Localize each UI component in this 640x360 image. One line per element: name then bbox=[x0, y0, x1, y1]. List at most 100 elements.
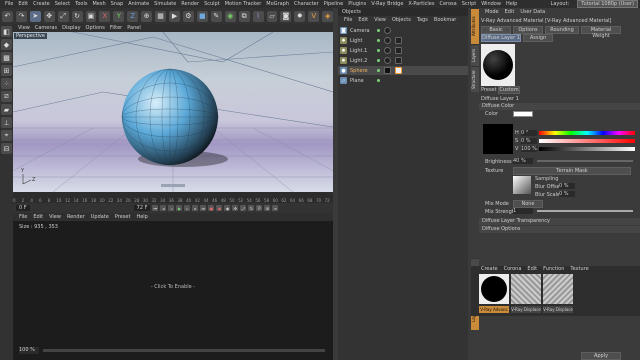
rotate-icon[interactable]: ↻ bbox=[71, 10, 83, 22]
light-tag-icon[interactable] bbox=[395, 57, 402, 64]
zoom-field[interactable]: 100 % bbox=[19, 347, 39, 354]
timeline-menu-icon[interactable]: ≡ bbox=[272, 205, 279, 211]
click-to-enable-button[interactable]: - Click To Enable - bbox=[151, 284, 195, 290]
vp-menu-view[interactable]: View bbox=[18, 25, 30, 31]
visibility-dot[interactable] bbox=[377, 59, 380, 62]
floor-icon[interactable]: ▱ bbox=[266, 10, 278, 22]
value-slider[interactable] bbox=[539, 147, 635, 151]
array-icon[interactable]: ⧉ bbox=[238, 10, 250, 22]
obj-menu-file[interactable]: File bbox=[344, 17, 352, 23]
material-tag-icon[interactable] bbox=[395, 67, 402, 74]
tab-options[interactable]: Options bbox=[513, 26, 543, 34]
phong-tag-icon[interactable] bbox=[384, 67, 391, 74]
light-tag-icon[interactable] bbox=[395, 37, 402, 44]
material-slot[interactable]: V-Ray Displace bbox=[511, 274, 541, 313]
mat-menu-texture[interactable]: Texture bbox=[570, 266, 588, 272]
make-editable-icon[interactable]: ◧ bbox=[1, 26, 12, 37]
vray-icon[interactable]: V bbox=[308, 10, 320, 22]
menu-pipeline[interactable]: Pipeline bbox=[324, 1, 344, 7]
mat-menu-create[interactable]: Create bbox=[481, 266, 498, 272]
scale-key-icon[interactable]: ⤢ bbox=[240, 205, 247, 211]
object-row[interactable]: ✹ Light.1 bbox=[338, 46, 468, 55]
brightness-field[interactable]: 40 % bbox=[513, 158, 533, 164]
position-key-icon[interactable]: ✥ bbox=[232, 205, 239, 211]
menu-sculpt[interactable]: Sculpt bbox=[204, 1, 220, 7]
obj-menu-view[interactable]: View bbox=[374, 17, 386, 23]
rotation-key-icon[interactable]: ↻ bbox=[248, 205, 255, 211]
next-key-icon[interactable]: ▸ bbox=[192, 205, 199, 211]
keyframe-icon[interactable]: ◆ bbox=[224, 205, 231, 211]
x-axis-icon[interactable]: X bbox=[99, 10, 111, 22]
render-view-icon[interactable]: ▦ bbox=[155, 10, 167, 22]
menu-help[interactable]: Help bbox=[506, 1, 517, 7]
blur-offset-field[interactable]: 0 % bbox=[559, 183, 575, 189]
visibility-dot[interactable] bbox=[377, 69, 380, 72]
target-tag-icon[interactable] bbox=[384, 57, 391, 64]
side-tab-layers[interactable]: Layers bbox=[471, 44, 479, 66]
axis-mode-icon[interactable]: ⊥ bbox=[1, 117, 12, 128]
edges-mode-icon[interactable]: ⧄ bbox=[1, 91, 12, 102]
object-row[interactable]: ✹ Light bbox=[338, 36, 468, 45]
target-tag-icon[interactable] bbox=[384, 37, 391, 44]
go-end-icon[interactable]: ⏭ bbox=[200, 205, 207, 211]
prev-key-icon[interactable]: ◂ bbox=[160, 205, 167, 211]
frame-end-field[interactable]: 72 F bbox=[133, 205, 151, 211]
visibility-dot[interactable] bbox=[377, 39, 380, 42]
v-field[interactable]: 100 % bbox=[521, 146, 537, 152]
points-mode-icon[interactable]: ⁘ bbox=[1, 78, 12, 89]
recent-tool-icon[interactable]: ▣ bbox=[85, 10, 97, 22]
record-icon[interactable]: ● bbox=[208, 205, 215, 211]
mat-menu-edit[interactable]: Edit bbox=[527, 266, 537, 272]
param-key-icon[interactable]: P bbox=[256, 205, 263, 211]
scale-icon[interactable]: ⤢ bbox=[57, 10, 69, 22]
menu-vray-bridge[interactable]: V-Ray Bridge bbox=[371, 1, 403, 7]
mix-mode-dropdown[interactable]: None bbox=[513, 200, 543, 208]
menu-file[interactable]: File bbox=[5, 1, 13, 7]
menu-x-particles[interactable]: X-Particles bbox=[408, 1, 434, 7]
polygons-mode-icon[interactable]: ▰ bbox=[1, 104, 12, 115]
side-tab-attributes[interactable]: Attributes bbox=[471, 8, 479, 44]
attr-menu-user-data[interactable]: User Data bbox=[520, 9, 545, 15]
texture-mode-icon[interactable]: ▩ bbox=[1, 52, 12, 63]
mat-menu-corona[interactable]: Corona bbox=[504, 266, 522, 272]
subdivision-icon[interactable]: ◉ bbox=[224, 10, 236, 22]
move-icon[interactable]: ✥ bbox=[43, 10, 55, 22]
undo-icon[interactable]: ↶ bbox=[2, 10, 13, 22]
h-field[interactable]: 0 ° bbox=[521, 130, 537, 136]
menu-mesh[interactable]: Mesh bbox=[92, 1, 105, 7]
saturation-slider[interactable] bbox=[539, 139, 635, 143]
target-tag-icon[interactable] bbox=[384, 47, 391, 54]
y-axis-icon[interactable]: Y bbox=[113, 10, 125, 22]
vp-menu-options[interactable]: Options bbox=[86, 25, 105, 31]
mat-menu-function[interactable]: Function bbox=[543, 266, 564, 272]
brightness-slider[interactable] bbox=[537, 160, 633, 162]
tab-assign[interactable]: Assign bbox=[523, 34, 553, 42]
pv-menu-help[interactable]: Help bbox=[136, 214, 147, 220]
model-mode-icon[interactable]: ◆ bbox=[1, 39, 12, 50]
material-preview[interactable] bbox=[481, 44, 515, 86]
prev-frame-icon[interactable]: ◃ bbox=[168, 205, 175, 211]
mix-strength-field[interactable]: 1 bbox=[513, 208, 533, 214]
snap-icon[interactable]: ⌖ bbox=[1, 130, 12, 141]
world-coords-icon[interactable]: ⊕ bbox=[141, 10, 153, 22]
material-slot[interactable]: V-Ray Advanc bbox=[479, 274, 509, 313]
viewport-scrollbar[interactable] bbox=[161, 184, 185, 187]
section-diffuse-color[interactable]: Diffuse Color bbox=[479, 103, 640, 110]
object-row[interactable]: ◙ Camera bbox=[338, 26, 468, 35]
object-row[interactable]: ✹ Light.2 bbox=[338, 56, 468, 65]
render-picture-viewer-icon[interactable]: ▶ bbox=[169, 10, 180, 22]
pv-menu-render[interactable]: Render bbox=[67, 214, 85, 220]
vray-render-icon[interactable]: ◈ bbox=[322, 10, 334, 22]
pen-icon[interactable]: ✎ bbox=[210, 10, 222, 22]
frame-start-field[interactable]: 0 F bbox=[16, 205, 30, 211]
tab-diffuse-layer-1[interactable]: Diffuse Layer 1 bbox=[481, 34, 521, 42]
object-row-selected[interactable]: ● Sphere bbox=[338, 66, 468, 75]
menu-render[interactable]: Render bbox=[181, 1, 199, 7]
preset-dropdown[interactable]: Custom bbox=[498, 86, 520, 94]
lock-workplane-icon[interactable]: ⊟ bbox=[1, 143, 12, 154]
attr-menu-edit[interactable]: Edit bbox=[505, 9, 515, 15]
pv-menu-file[interactable]: File bbox=[19, 214, 27, 220]
obj-menu-tags[interactable]: Tags bbox=[417, 17, 428, 23]
visibility-dot[interactable] bbox=[377, 49, 380, 52]
camera-icon[interactable]: ◙ bbox=[280, 10, 292, 22]
